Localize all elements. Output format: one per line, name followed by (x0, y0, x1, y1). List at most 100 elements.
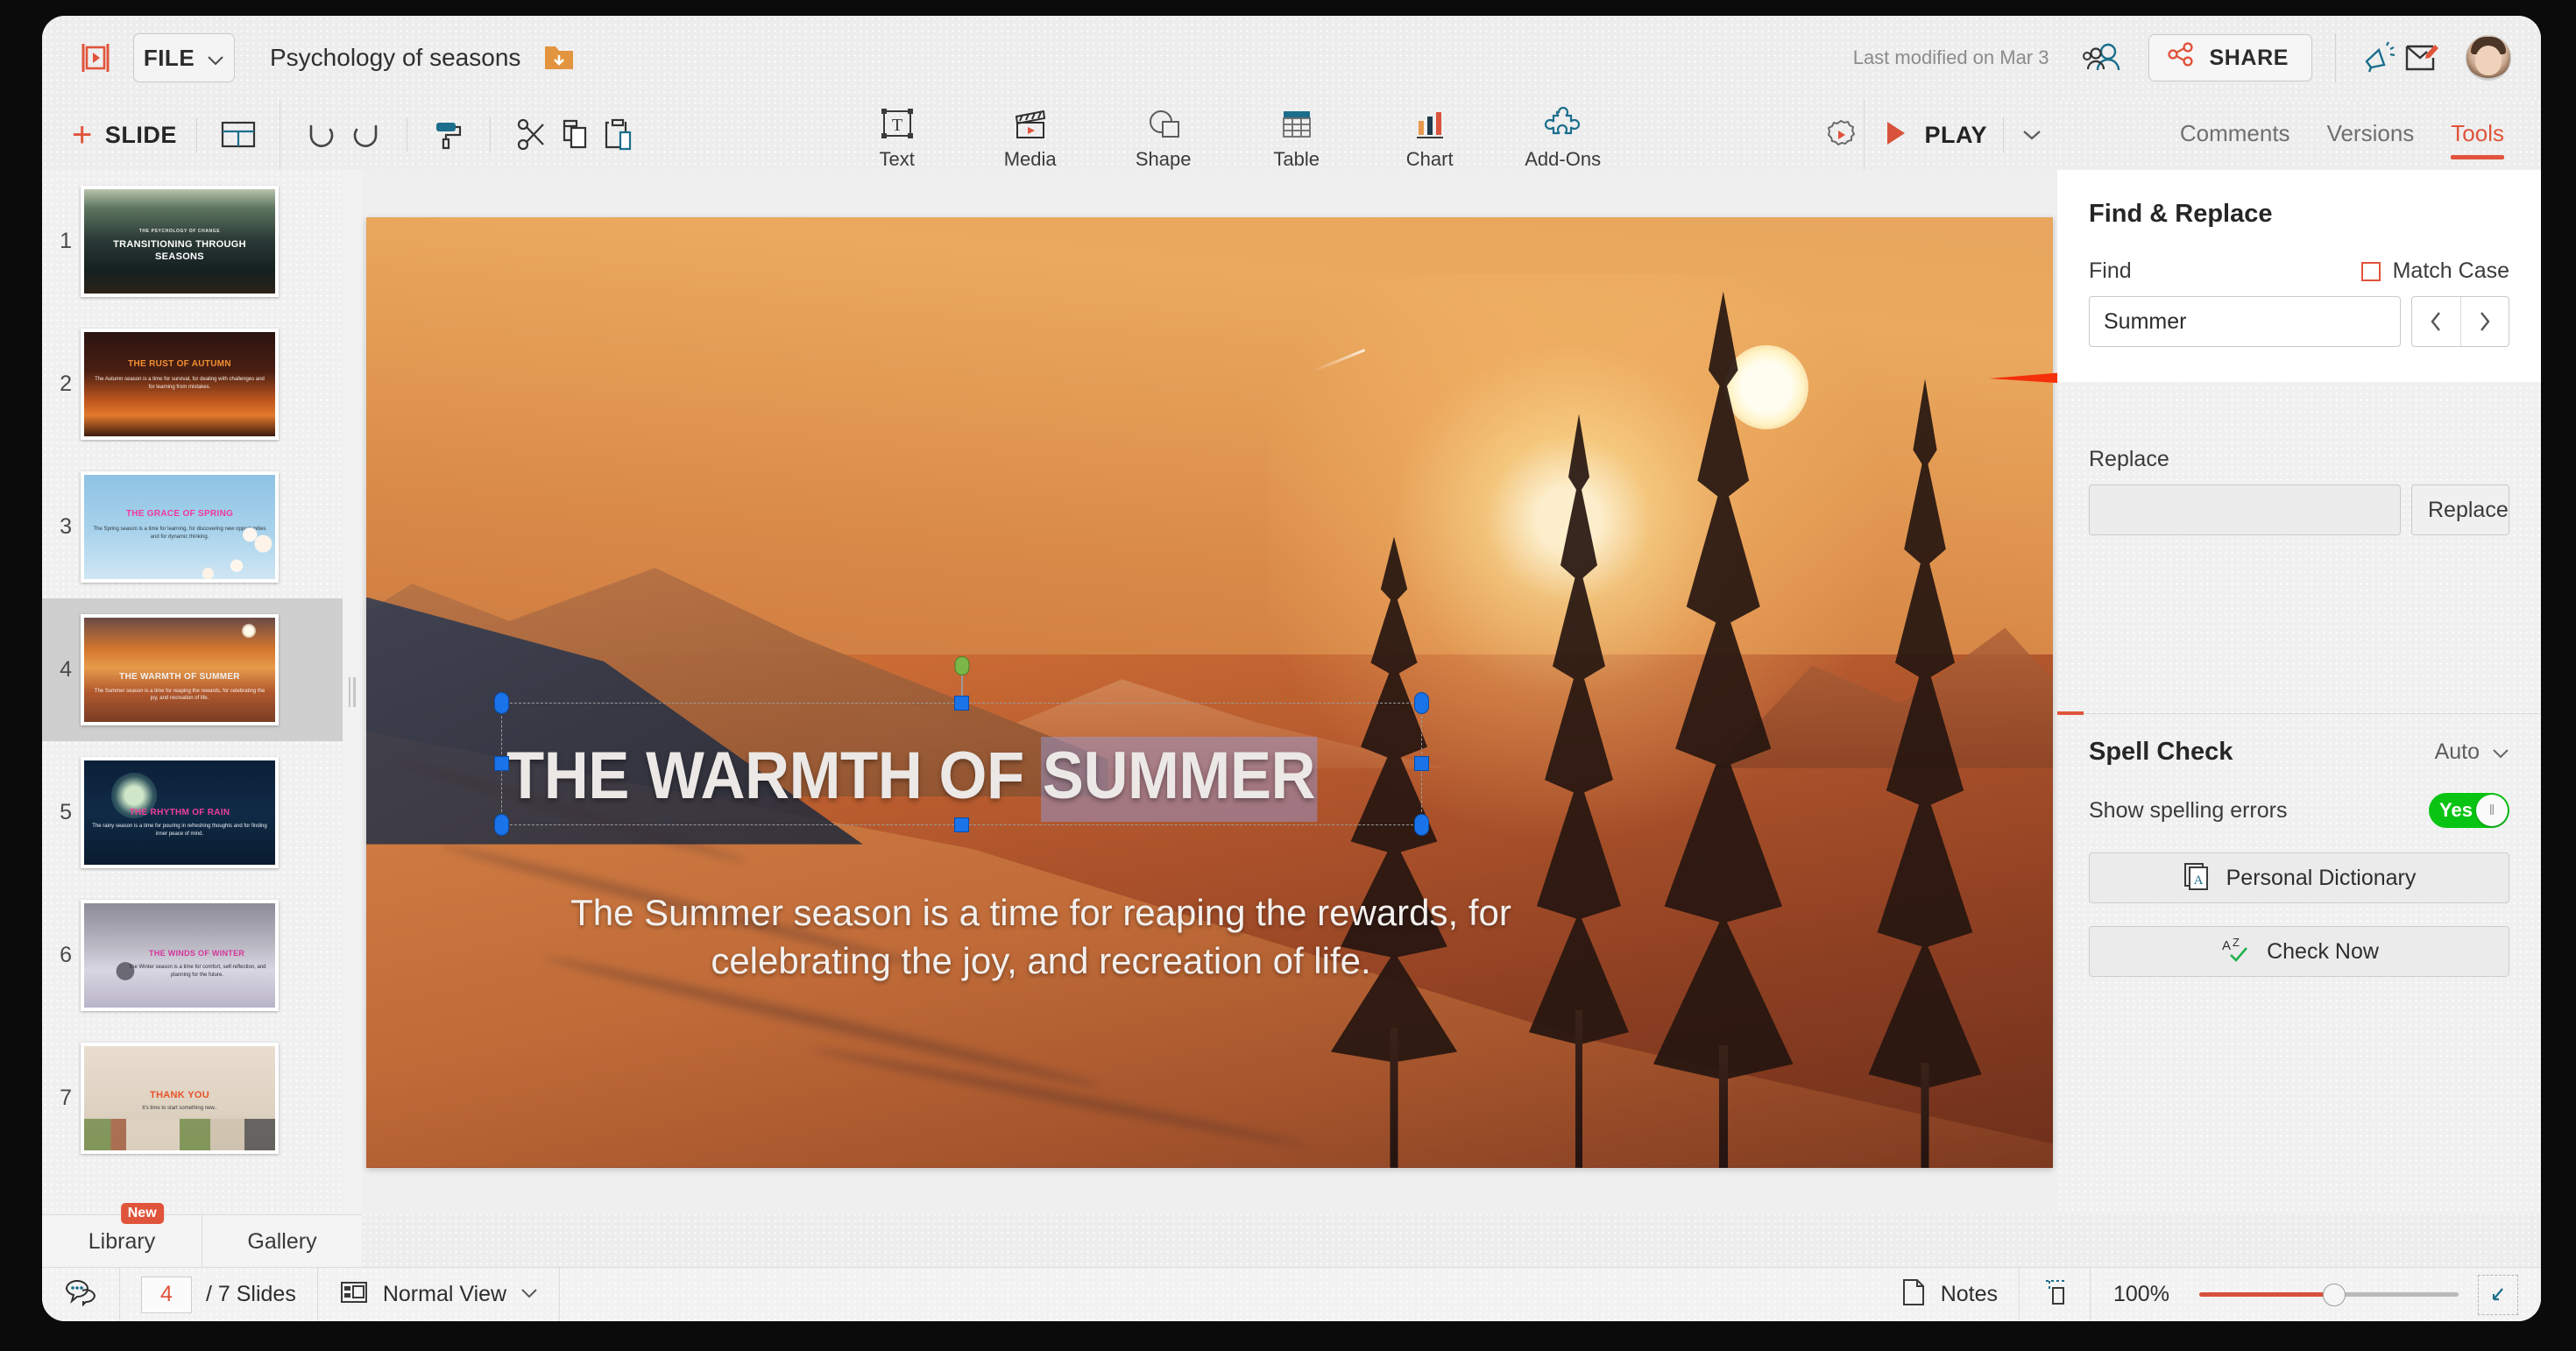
edit-message-icon[interactable] (2401, 39, 2443, 77)
resize-handle-middle-right[interactable] (1414, 755, 1430, 771)
find-next-button[interactable] (2459, 297, 2509, 346)
slide-thumb-4[interactable]: 4 THE WARMTH OF SUMMER The Summer season… (42, 598, 343, 741)
tab-comments[interactable]: Comments (2180, 120, 2290, 151)
slide-thumb-2[interactable]: 2 THE RUST OF AUTUMN The Autumn season i… (42, 313, 343, 456)
slide-thumbnail[interactable]: THE PSYCHOLOGY OF CHANGE TRANSITIONING T… (81, 186, 279, 297)
replace-input-row: Replace (2089, 485, 2509, 535)
replace-action-group: Replace (2411, 485, 2509, 535)
slide-thumbnail[interactable]: THE RUST OF AUTUMN The Autumn season is … (81, 329, 279, 440)
slide-thumbnail[interactable]: THE WINDS OF WINTER The Winter season is… (81, 900, 279, 1011)
current-slide-input[interactable]: 4 (141, 1276, 192, 1313)
tree-trunk (1575, 1009, 1582, 1168)
tab-tools[interactable]: Tools (2451, 120, 2504, 159)
slide-thumbnail[interactable]: THE GRACE OF SPRING The Spring season is… (81, 471, 279, 583)
section-separator (2057, 711, 2541, 715)
presentation-logo-icon[interactable] (75, 38, 116, 78)
slide-number: 4 (60, 657, 72, 682)
resize-handle-top-right[interactable] (1414, 691, 1430, 714)
insert-text-tool[interactable]: T Text (855, 99, 939, 171)
replace-section: Replace Replace (2057, 422, 2541, 565)
slide-navigator[interactable]: 1 THE PSYCHOLOGY OF CHANGE TRANSITIONING… (42, 170, 343, 1214)
slide-number: 2 (60, 371, 72, 396)
show-spelling-errors-toggle[interactable]: Yes ‖ (2429, 793, 2509, 828)
insert-shape-tool[interactable]: Shape (1122, 99, 1206, 171)
resize-handle-top-center[interactable] (953, 695, 969, 711)
new-slide-button[interactable]: + SLIDE (72, 117, 177, 152)
tab-versions[interactable]: Versions (2327, 120, 2415, 151)
tree-trunk (1921, 1062, 1929, 1168)
resize-handle-bottom-right[interactable] (1414, 813, 1430, 836)
file-menu-button[interactable]: FILE (133, 33, 235, 82)
zoom-slider-knob[interactable] (2322, 1283, 2346, 1306)
guides-button[interactable] (2020, 1267, 2091, 1321)
resize-handle-middle-left[interactable] (494, 755, 509, 771)
slide-thumbnail[interactable]: THE RHYTHM OF RAIN The rainy season is a… (81, 757, 279, 868)
slide-bg-tree (1851, 378, 1999, 1168)
notes-button[interactable]: Notes (1879, 1267, 2020, 1321)
spell-check-section: Spell Check Auto Show spelling errors Ye… (2057, 738, 2541, 1000)
find-label: Find (2089, 258, 2132, 283)
play-triangle-icon (1884, 119, 1908, 152)
avatar[interactable] (2466, 35, 2511, 81)
play-button[interactable]: PLAY (1864, 100, 2067, 170)
slide-thumb-6[interactable]: 6 THE WINDS OF WINTER The Winter season … (42, 884, 343, 1027)
replace-input[interactable] (2089, 485, 2401, 535)
slide-layout-icon[interactable] (216, 113, 260, 157)
view-mode-dropdown[interactable]: Normal View (318, 1267, 561, 1321)
library-label: Library (88, 1229, 156, 1254)
comments-button[interactable] (42, 1267, 120, 1321)
undo-icon[interactable] (300, 113, 343, 157)
slide-subtitle-text[interactable]: The Summer season is a time for reaping … (518, 888, 1564, 986)
match-case-toggle[interactable]: Match Case (2360, 258, 2509, 284)
folder-download-icon[interactable] (543, 44, 575, 72)
chevron-down-icon (207, 45, 224, 72)
slide-thumb-1[interactable]: 1 THE PSYCHOLOGY OF CHANGE TRANSITIONING… (42, 170, 343, 313)
match-case-checkbox[interactable] (2360, 261, 2381, 281)
spell-check-mode-dropdown[interactable]: Auto (2435, 739, 2509, 765)
slide-thumb-3[interactable]: 3 THE GRACE OF SPRING The Spring season … (42, 456, 343, 598)
play-options-caret[interactable] (2003, 117, 2048, 152)
resize-handle-top-left[interactable] (494, 691, 509, 714)
status-bar: 4 / 7 Slides Normal View Notes 100% (42, 1267, 2541, 1321)
megaphone-icon[interactable] (2359, 39, 2401, 77)
slide-canvas[interactable]: THE WARMTH OF SUMMER The Summer season i… (366, 216, 2053, 1168)
paint-roller-icon[interactable] (427, 113, 471, 157)
share-button[interactable]: SHARE (2148, 34, 2312, 81)
personal-dictionary-button[interactable]: A Personal Dictionary (2089, 852, 2509, 903)
find-nav-buttons (2411, 296, 2509, 347)
slide-counter-inner: 4 / 7 Slides (141, 1276, 296, 1313)
insert-chart-tool[interactable]: Chart (1388, 99, 1472, 171)
fit-to-screen-icon[interactable] (2478, 1274, 2518, 1315)
slide-canvas-area[interactable]: THE WARMTH OF SUMMER The Summer season i… (362, 170, 2057, 1214)
find-previous-button[interactable] (2412, 297, 2460, 346)
tab-library[interactable]: Library New (42, 1203, 202, 1269)
replace-button[interactable]: Replace (2412, 485, 2509, 534)
notes-page-icon (1900, 1277, 1927, 1312)
zoom-slider[interactable] (2199, 1283, 2459, 1306)
insert-addons-label: Add-Ons (1525, 148, 1602, 170)
redo-icon[interactable] (343, 113, 387, 157)
panel-resize-handle[interactable] (343, 170, 362, 1214)
slide-thumbnail[interactable]: THE WARMTH OF SUMMER The Summer season i… (81, 614, 279, 725)
resize-handle-bottom-center[interactable] (953, 817, 969, 832)
slide-thumb-7[interactable]: 7 THANK YOU It's time to start something… (42, 1027, 343, 1170)
slide-number: 1 (60, 229, 72, 253)
scissors-icon[interactable] (510, 113, 554, 157)
paste-icon[interactable] (598, 113, 641, 157)
slide-thumb-5[interactable]: 5 THE RHYTHM OF RAIN The rainy season is… (42, 741, 343, 884)
check-now-button[interactable]: A Z Check Now (2089, 926, 2509, 977)
insert-addons-tool[interactable]: Add-Ons (1521, 99, 1605, 171)
find-input[interactable] (2089, 296, 2401, 347)
insert-table-tool[interactable]: Table (1255, 99, 1339, 171)
copy-icon[interactable] (554, 113, 598, 157)
thumb-foreground (84, 1119, 275, 1150)
people-icon[interactable] (2082, 40, 2122, 75)
gear-play-icon[interactable] (1818, 112, 1864, 158)
slide-thumbnail[interactable]: THANK YOU It's time to start something n… (81, 1043, 279, 1154)
tab-gallery[interactable]: Gallery (202, 1215, 362, 1269)
document-title[interactable]: Psychology of seasons (270, 44, 520, 72)
insert-media-tool[interactable]: Media (988, 99, 1072, 171)
rotate-handle[interactable] (954, 655, 970, 676)
resize-handle-bottom-left[interactable] (494, 813, 509, 836)
text-box-selection-frame[interactable] (494, 655, 1430, 836)
